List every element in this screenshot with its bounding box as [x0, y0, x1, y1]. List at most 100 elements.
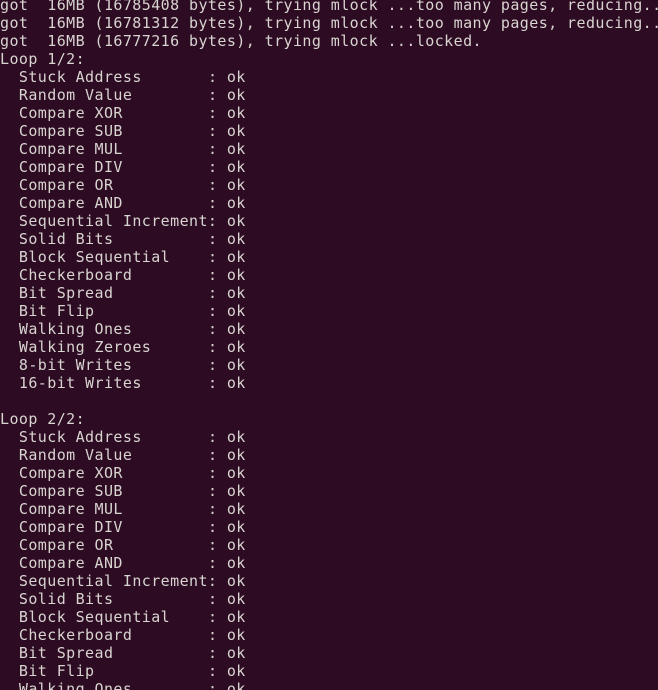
test-name: Block Sequential: [18, 608, 171, 626]
test-result-row: Stuck Address : ok: [0, 68, 658, 86]
test-result-row: Checkerboard : ok: [0, 266, 658, 284]
result-separator: :: [207, 86, 218, 104]
column-padding: [113, 176, 208, 194]
test-result-row: Sequential Increment: ok: [0, 572, 658, 590]
test-name: Random Value: [18, 446, 133, 464]
test-result-status: ok: [226, 518, 246, 536]
column-padding: [123, 104, 208, 122]
test-name: Compare SUB: [18, 122, 123, 140]
test-name: Bit Flip: [18, 662, 95, 680]
test-result-status: ok: [226, 554, 246, 572]
result-separator: :: [207, 626, 218, 644]
test-name: Compare MUL: [18, 140, 123, 158]
result-separator: :: [207, 176, 218, 194]
test-name: Block Sequential: [18, 248, 171, 266]
loop-header: Loop 1/2:: [0, 50, 86, 68]
test-result-row: Bit Spread : ok: [0, 284, 658, 302]
test-result-row: Walking Ones : ok: [0, 320, 658, 338]
result-separator: :: [207, 464, 218, 482]
result-separator: :: [207, 608, 218, 626]
test-result-row: Compare XOR : ok: [0, 104, 658, 122]
test-result-status: ok: [226, 428, 246, 446]
test-name: Compare OR: [18, 536, 114, 554]
test-name: Bit Spread: [18, 284, 114, 302]
test-result-status: ok: [226, 536, 246, 554]
test-name: Sequential Increment: [18, 572, 208, 590]
test-name: Walking Zeroes: [18, 338, 152, 356]
column-padding: [123, 194, 208, 212]
test-result-row: Compare OR : ok: [0, 176, 658, 194]
test-result-row: Bit Flip : ok: [0, 302, 658, 320]
test-result-row: Stuck Address : ok: [0, 428, 658, 446]
terminal-window[interactable]: got 16MB (16785408 bytes), trying mlock …: [0, 0, 658, 690]
test-result-row: Bit Flip : ok: [0, 662, 658, 680]
test-result-row: Compare AND : ok: [0, 554, 658, 572]
test-result-row: Bit Spread : ok: [0, 644, 658, 662]
result-separator: :: [207, 356, 218, 374]
column-padding: [123, 482, 208, 500]
test-name: Compare DIV: [18, 158, 123, 176]
column-padding: [95, 302, 208, 320]
column-padding: [132, 626, 208, 644]
test-name: Checkerboard: [18, 626, 133, 644]
column-padding: [132, 266, 208, 284]
test-name: Solid Bits: [18, 590, 114, 608]
test-name: Sequential Increment: [18, 212, 208, 230]
test-name: 16-bit Writes: [18, 374, 142, 392]
test-result-status: ok: [226, 212, 246, 230]
test-result-status: ok: [226, 500, 246, 518]
terminal-line-preamble: got 16MB (16777216 bytes), trying mlock …: [0, 32, 482, 50]
test-result-status: ok: [226, 464, 246, 482]
column-padding: [132, 320, 208, 338]
test-result-status: ok: [226, 374, 246, 392]
test-result-row: Random Value : ok: [0, 86, 658, 104]
test-result-status: ok: [226, 572, 246, 590]
result-separator: :: [207, 572, 218, 590]
test-name: Compare XOR: [18, 104, 123, 122]
column-padding: [123, 158, 208, 176]
column-padding: [132, 446, 208, 464]
test-result-row: Random Value : ok: [0, 446, 658, 464]
test-result-status: ok: [226, 194, 246, 212]
column-padding: [132, 356, 208, 374]
test-result-row: Compare OR : ok: [0, 536, 658, 554]
column-padding: [113, 590, 208, 608]
test-result-status: ok: [226, 338, 246, 356]
result-separator: :: [207, 662, 218, 680]
test-result-status: ok: [226, 356, 246, 374]
test-result-row: Checkerboard : ok: [0, 626, 658, 644]
test-name: Bit Spread: [18, 644, 114, 662]
test-result-status: ok: [226, 626, 246, 644]
test-result-row: Block Sequential : ok: [0, 248, 658, 266]
test-result-status: ok: [226, 176, 246, 194]
test-result-status: ok: [226, 302, 246, 320]
column-padding: [123, 554, 208, 572]
test-result-status: ok: [226, 590, 246, 608]
result-separator: :: [207, 122, 218, 140]
result-separator: :: [207, 302, 218, 320]
column-padding: [113, 536, 208, 554]
test-result-row: Compare AND : ok: [0, 194, 658, 212]
column-padding: [123, 518, 208, 536]
test-result-status: ok: [226, 284, 246, 302]
terminal-screen-buffer: got 16MB (16785408 bytes), trying mlock …: [0, 0, 658, 690]
test-result-row: Compare SUB : ok: [0, 482, 658, 500]
test-result-row: Compare MUL : ok: [0, 500, 658, 518]
test-result-row: Walking Ones : ok: [0, 680, 658, 690]
terminal-line-preamble: got 16MB (16785408 bytes), trying mlock …: [0, 0, 658, 14]
column-padding: [123, 122, 208, 140]
test-result-row: Compare DIV : ok: [0, 158, 658, 176]
test-result-status: ok: [226, 266, 246, 284]
column-padding: [113, 644, 208, 662]
column-padding: [170, 608, 208, 626]
test-result-status: ok: [226, 86, 246, 104]
test-result-row: Compare MUL : ok: [0, 140, 658, 158]
test-result-status: ok: [226, 662, 246, 680]
result-separator: :: [207, 320, 218, 338]
result-separator: :: [207, 554, 218, 572]
test-name: Walking Ones: [18, 320, 133, 338]
result-separator: :: [207, 536, 218, 554]
test-result-row: 8-bit Writes : ok: [0, 356, 658, 374]
test-result-status: ok: [226, 158, 246, 176]
